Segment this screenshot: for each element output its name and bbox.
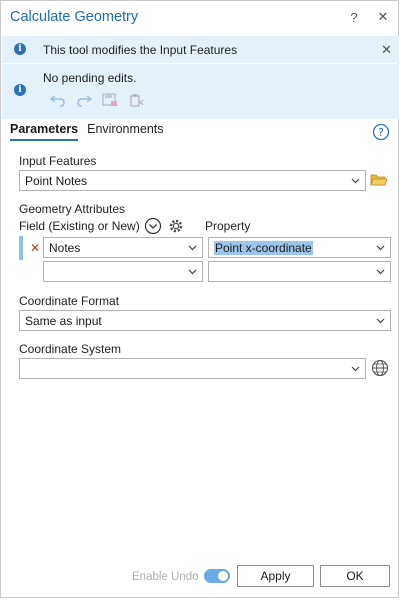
discard-edits-icon[interactable] (127, 92, 145, 108)
info-icon: i (14, 43, 26, 55)
geometry-attributes-label: Geometry Attributes (19, 202, 126, 216)
input-features-select[interactable]: Point Notes (19, 170, 366, 191)
pane-tabs: Parameters Environments (10, 122, 164, 141)
property-column-header: Property (205, 219, 251, 233)
tab-environments[interactable]: Environments (87, 122, 163, 141)
coordinate-system-select[interactable] (19, 358, 366, 379)
chevron-circle-down-icon[interactable] (144, 217, 162, 238)
dismiss-banner-button[interactable]: ✕ (381, 42, 392, 58)
help-button[interactable]: ? (345, 7, 363, 27)
enable-undo-label: Enable Undo (132, 571, 199, 583)
enable-undo-toggle[interactable] (204, 569, 230, 583)
property-value: Point x-coordinate (214, 240, 313, 255)
close-icon: ✕ (377, 9, 389, 24)
field-value: Notes (49, 240, 81, 255)
coordinate-system-label: Coordinate System (19, 342, 122, 356)
redo-icon[interactable] (75, 92, 93, 108)
close-icon: ✕ (381, 42, 392, 57)
remove-row-button[interactable]: ✕ (30, 241, 40, 255)
row-accent-bar (19, 236, 23, 260)
chevron-down-icon (376, 318, 385, 324)
gear-icon[interactable] (167, 217, 185, 238)
edits-banner: i No pending edits. (2, 64, 399, 119)
input-features-label: Input Features (19, 154, 97, 168)
save-edits-icon[interactable] (101, 92, 119, 108)
property-select-row-1[interactable]: Point x-coordinate (208, 237, 391, 258)
chevron-down-icon (351, 178, 360, 184)
svg-text:?: ? (378, 126, 384, 139)
chevron-down-icon (188, 245, 197, 251)
info-icon: i (14, 84, 26, 96)
chevron-down-icon (188, 269, 197, 275)
title-bar: Calculate Geometry (1, 1, 398, 33)
toggle-knob (218, 571, 228, 581)
property-select-row-2[interactable] (208, 261, 391, 282)
chevron-down-icon (351, 366, 360, 372)
coordinate-format-select[interactable]: Same as input (19, 310, 391, 331)
close-pane-button[interactable]: ✕ (374, 7, 392, 27)
info-banner-text: This tool modifies the Input Features (43, 43, 238, 57)
field-column-header: Field (Existing or New) (19, 219, 140, 233)
coordinate-format-value: Same as input (25, 313, 102, 328)
coordinate-format-label: Coordinate Format (19, 294, 120, 308)
tab-parameters[interactable]: Parameters (10, 122, 79, 141)
geoprocessing-pane: Calculate Geometry ? ✕ i This tool modif… (0, 0, 399, 598)
apply-button[interactable]: Apply (237, 565, 314, 587)
field-select-row-1[interactable]: Notes (43, 237, 203, 258)
info-banner: i This tool modifies the Input Features … (2, 36, 399, 63)
undo-icon[interactable] (49, 92, 67, 108)
tool-help-icon[interactable]: ? (372, 123, 390, 144)
pending-edits-text: No pending edits. (43, 71, 137, 85)
edit-actions (49, 92, 145, 108)
chevron-down-icon (376, 269, 385, 275)
field-select-row-2[interactable] (43, 261, 203, 282)
globe-icon[interactable] (371, 359, 389, 380)
ok-button[interactable]: OK (320, 565, 390, 587)
input-features-value: Point Notes (25, 173, 88, 188)
browse-folder-icon[interactable] (370, 172, 388, 191)
pane-title: Calculate Geometry (10, 9, 139, 25)
chevron-down-icon (376, 245, 385, 251)
